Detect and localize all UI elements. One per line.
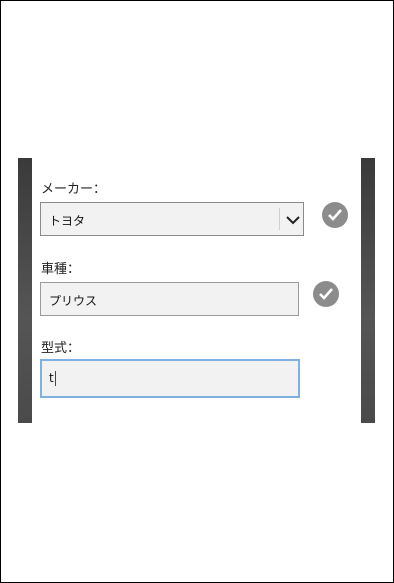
maker-select-value: トヨタ (49, 214, 86, 228)
right-side-bar (361, 158, 375, 423)
model-input-value: プリウス (49, 294, 98, 308)
type-label: 型式： (41, 341, 81, 356)
type-input-value: t (49, 371, 54, 385)
select-divider (279, 208, 280, 230)
type-input[interactable]: t (40, 359, 300, 398)
text-caret (55, 371, 56, 386)
maker-check-icon (322, 202, 348, 228)
maker-select[interactable]: トヨタ (40, 202, 304, 236)
model-label: 車種： (41, 262, 81, 277)
model-check-icon (313, 281, 339, 307)
chevron-down-icon[interactable] (285, 212, 301, 228)
model-input[interactable]: プリウス (40, 282, 299, 316)
maker-label: メーカー： (41, 182, 107, 197)
left-side-bar (18, 158, 32, 423)
